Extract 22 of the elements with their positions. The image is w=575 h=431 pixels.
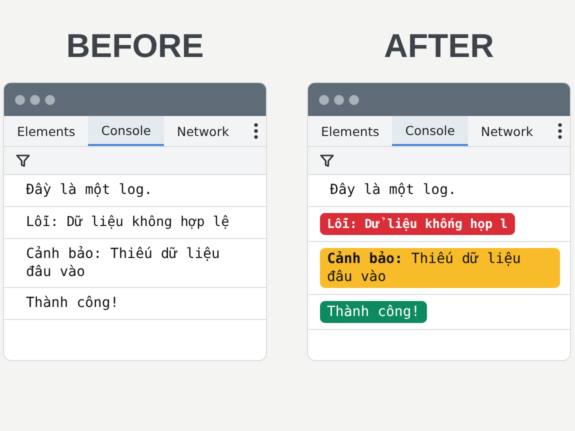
console-message: Đầy là một log.: [26, 181, 152, 199]
console-message: Thành công!: [320, 301, 427, 323]
console-message: Lỗi: Dữ liệu không hợp lệ: [26, 213, 230, 231]
filter-icon[interactable]: [16, 154, 30, 167]
more-icon[interactable]: [558, 123, 562, 139]
more-icon[interactable]: [254, 123, 258, 139]
tab[interactable]: Console: [392, 116, 468, 146]
filter-icon[interactable]: [320, 154, 334, 167]
window-dots-icon: [318, 94, 360, 106]
console-message: Thành công!: [26, 294, 119, 312]
console-message: Cảnh bảo: Thiếu dữ liệu đâu vào: [320, 248, 560, 288]
heading: BEFORE: [66, 26, 204, 66]
console-message: Đây là một log.: [330, 181, 456, 199]
console-message: Lỗi: Dử liệu khống họp l: [320, 213, 515, 235]
tab[interactable]: Network: [468, 116, 546, 146]
tab[interactable]: Elements: [308, 116, 392, 146]
tab[interactable]: Elements: [4, 116, 88, 146]
heading: AFTER: [384, 26, 494, 66]
window-dots-icon: [14, 94, 56, 106]
tab[interactable]: Console: [88, 116, 164, 146]
tab[interactable]: Network: [164, 116, 242, 146]
console-message: Cảnh bảo: Thiếu dữ liệu đâu vào: [26, 245, 221, 281]
